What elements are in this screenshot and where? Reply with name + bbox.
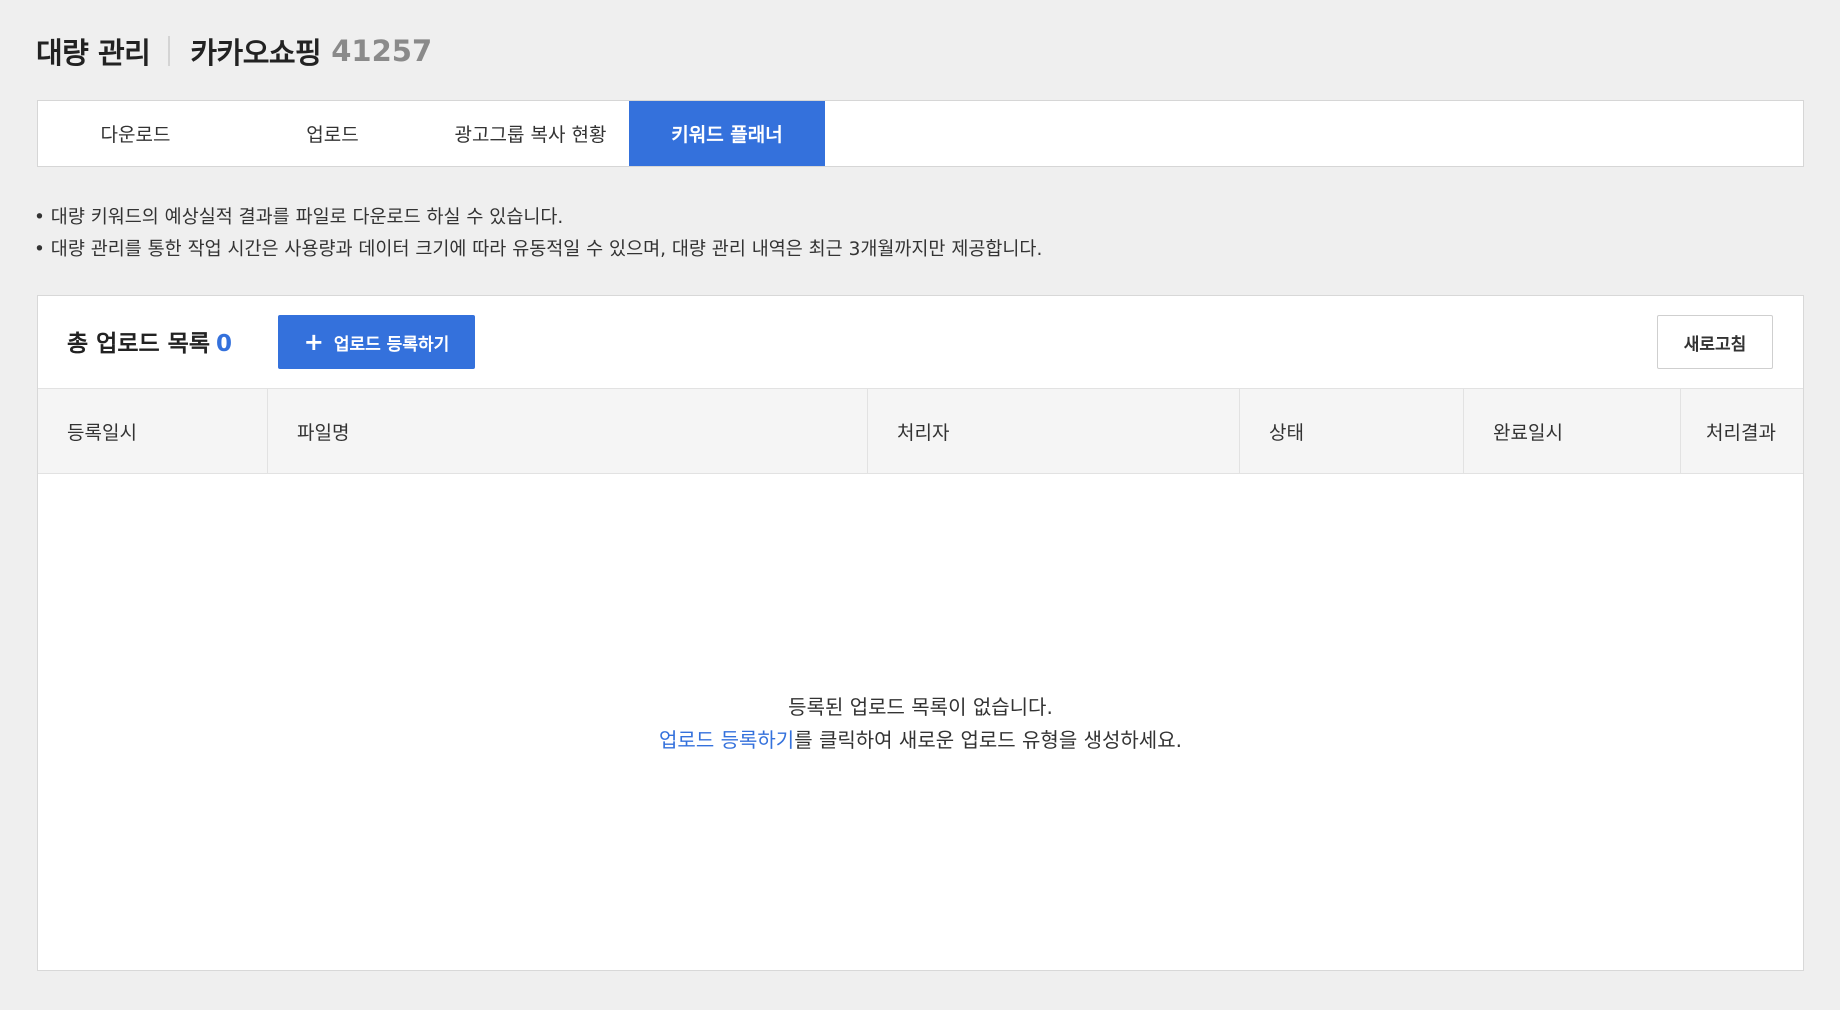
page-title: 대량 관리 [36, 36, 151, 70]
plus-icon: + [303, 328, 324, 356]
column-header-processor: 처리자 [868, 389, 1240, 473]
page-title-row: 대량 관리 카카오쇼핑 41257 [36, 30, 432, 72]
total-upload-count: 0 [215, 331, 232, 357]
table-header: 등록일시 파일명 처리자 상태 완료일시 처리결과 [38, 388, 1803, 474]
notice-list: • 대량 키워드의 예상실적 결과를 파일로 다운로드 하실 수 있습니다. •… [34, 202, 1042, 266]
tab-download[interactable]: 다운로드 [38, 101, 233, 166]
column-header-completed-at: 완료일시 [1464, 389, 1681, 473]
column-header-status: 상태 [1240, 389, 1464, 473]
total-upload-text: 총 업로드 목록 [67, 331, 210, 357]
total-upload-label: 총 업로드 목록 0 [67, 324, 232, 358]
tab-adgroup-copy-status[interactable]: 광고그룹 복사 현황 [432, 101, 629, 166]
empty-state-message: 등록된 업로드 목록이 없습니다. [788, 695, 1053, 719]
refresh-button[interactable]: 새로고침 [1657, 315, 1773, 369]
column-header-registered-at: 등록일시 [38, 389, 268, 473]
register-upload-label: 업로드 등록하기 [333, 334, 450, 355]
account-name: 카카오쇼핑 [190, 36, 322, 70]
panel-header: 총 업로드 목록 0 + 업로드 등록하기 새로고침 [38, 296, 1803, 388]
account-id: 41257 [331, 34, 433, 68]
tab-keyword-planner[interactable]: 키워드 플래너 [629, 101, 825, 166]
empty-state-register-link[interactable]: 업로드 등록하기 [659, 728, 794, 752]
empty-state: 등록된 업로드 목록이 없습니다. 업로드 등록하기를 클릭하여 새로운 업로드… [38, 691, 1803, 757]
upload-list-panel: 총 업로드 목록 0 + 업로드 등록하기 새로고침 등록일시 파일명 처리자 상… [37, 295, 1804, 971]
column-header-file-name: 파일명 [268, 389, 868, 473]
empty-state-hint: 업로드 등록하기를 클릭하여 새로운 업로드 유형을 생성하세요. [38, 724, 1803, 757]
notice-item: • 대량 키워드의 예상실적 결과를 파일로 다운로드 하실 수 있습니다. [34, 207, 564, 228]
bulk-management-page: 대량 관리 카카오쇼핑 41257 다운로드 업로드 광고그룹 복사 현황 키워… [0, 0, 1840, 1010]
notice-item: • 대량 관리를 통한 작업 시간은 사용량과 데이터 크기에 따라 유동적일 … [34, 239, 1043, 260]
register-upload-button[interactable]: + 업로드 등록하기 [278, 315, 475, 369]
title-divider [168, 36, 171, 66]
empty-state-hint-text: 를 클릭하여 새로운 업로드 유형을 생성하세요. [794, 728, 1182, 752]
column-header-result: 처리결과 [1706, 421, 1776, 444]
tab-bar: 다운로드 업로드 광고그룹 복사 현황 키워드 플래너 [37, 100, 1804, 167]
tab-upload[interactable]: 업로드 [233, 101, 432, 166]
